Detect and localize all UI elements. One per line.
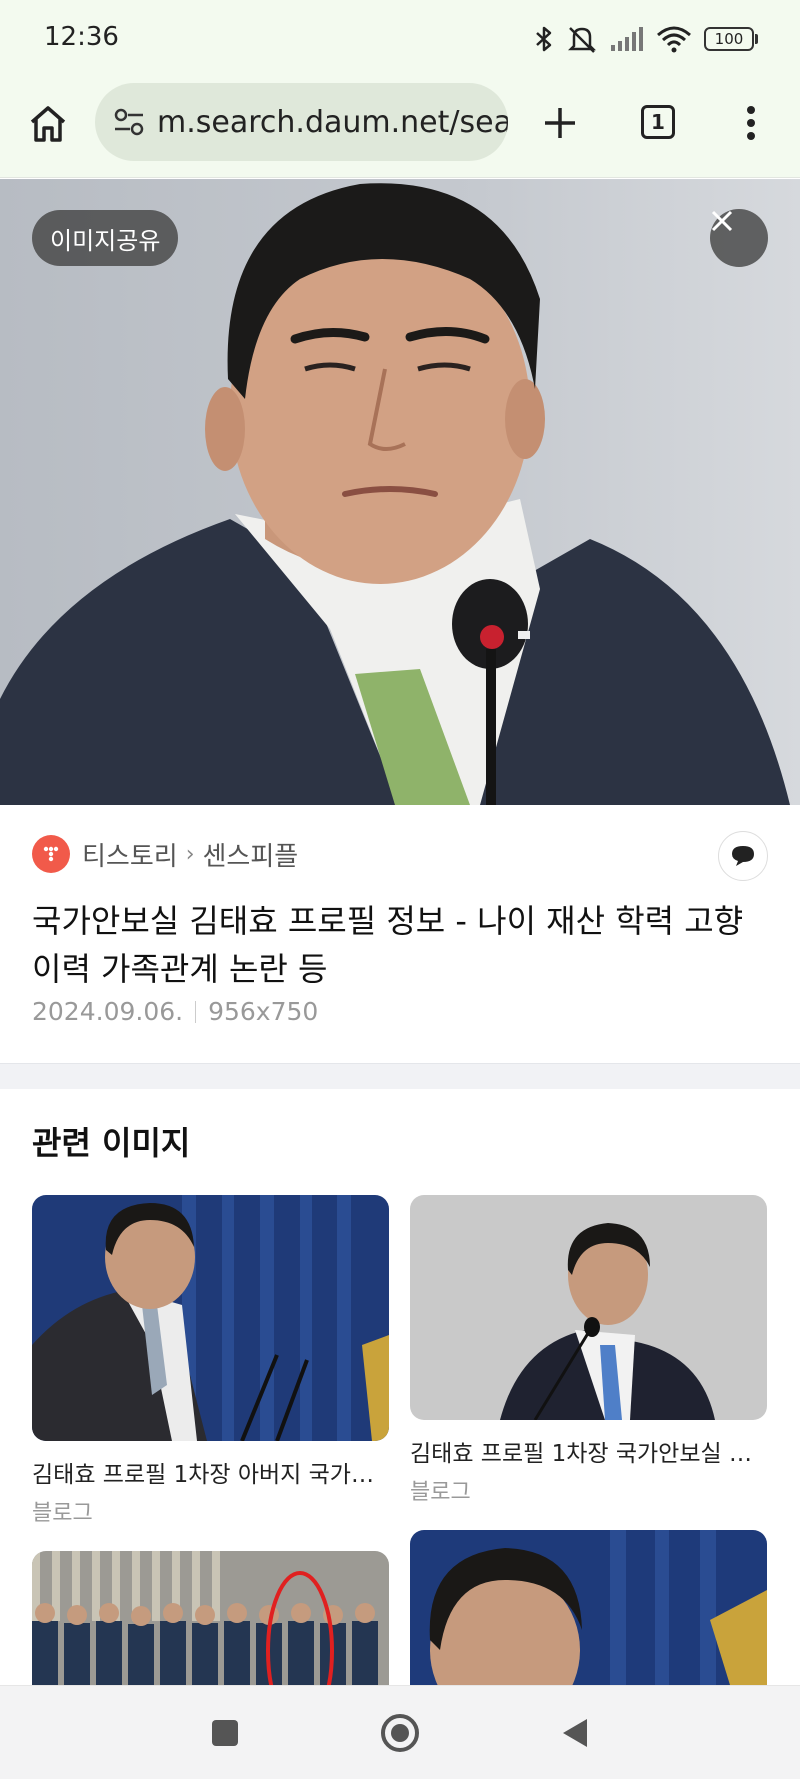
chat-bubble-icon	[732, 846, 754, 866]
tab-count: 1	[641, 105, 675, 139]
related-image-card[interactable]	[410, 1530, 767, 1685]
system-nav-bar	[0, 1685, 800, 1779]
status-time: 12:36	[44, 22, 119, 52]
source-title-link[interactable]: 국가안보실 김태효 프로필 정보 - 나이 재산 학력 고향 이력 가족관계 논…	[32, 897, 772, 993]
image-dimensions: 956x750	[208, 997, 319, 1026]
back-button[interactable]	[550, 1708, 600, 1758]
source-site-link[interactable]: 티스토리	[82, 836, 178, 873]
battery-level: 100	[704, 27, 754, 51]
comment-button[interactable]	[718, 831, 768, 881]
related-image-thumb[interactable]	[32, 1195, 389, 1441]
more-menu-button[interactable]	[736, 98, 766, 148]
source-meta: 2024.09.06. 956x750	[32, 997, 318, 1026]
wifi-icon	[657, 26, 691, 53]
home-button[interactable]	[22, 98, 74, 150]
square-icon	[212, 1720, 238, 1746]
home-nav-button[interactable]	[375, 1708, 425, 1758]
related-image-caption[interactable]: 김태효 프로필 1차장 국가안보실 아버지	[410, 1434, 767, 1468]
source-blog-link[interactable]: 센스피플	[203, 836, 299, 873]
status-bar: 12:36 100	[0, 0, 800, 78]
related-image-card[interactable]: 김태효 프로필 1차장 국가안보실 아버지 블로그	[410, 1195, 767, 1506]
related-image-card[interactable]	[32, 1551, 389, 1685]
tab-switcher-button[interactable]: 1	[636, 100, 680, 144]
hero-image[interactable]: 이미지공유	[0, 179, 800, 805]
portrait-photo	[0, 179, 800, 805]
site-settings-icon[interactable]	[111, 104, 147, 140]
related-image-source: 블로그	[32, 1501, 93, 1526]
related-image-caption[interactable]: 김태효 프로필 1차장 아버지 국가안보실 등	[32, 1455, 389, 1489]
related-image-card[interactable]: 김태효 프로필 1차장 아버지 국가안보실 등 블로그	[32, 1195, 389, 1527]
circle-home-icon	[381, 1714, 419, 1752]
home-icon	[30, 106, 66, 142]
close-icon	[711, 210, 733, 232]
more-vert-icon	[747, 106, 755, 140]
tistory-logo-icon	[32, 835, 70, 873]
address-bar[interactable]: m.search.daum.net/sear	[95, 83, 508, 161]
recents-button[interactable]	[200, 1708, 250, 1758]
related-image-source: 블로그	[410, 1480, 471, 1505]
new-tab-button[interactable]	[535, 98, 585, 148]
image-share-button[interactable]: 이미지공유	[32, 210, 179, 266]
status-icons: 100	[534, 22, 758, 56]
related-image-thumb[interactable]	[32, 1551, 389, 1685]
image-source-panel: 티스토리 › 센스피플 국가안보실 김태효 프로필 정보 - 나이 재산 학력 …	[0, 805, 800, 1065]
browser-toolbar: m.search.daum.net/sear 1	[0, 78, 800, 178]
signal-icon	[611, 27, 643, 51]
url-text[interactable]: m.search.daum.net/sear	[157, 105, 508, 140]
mute-icon	[567, 27, 597, 53]
related-images-heading: 관련 이미지	[32, 1124, 191, 1162]
related-image-thumb[interactable]	[410, 1530, 767, 1685]
source-row: 티스토리 › 센스피플	[32, 835, 298, 873]
source-separator: ›	[185, 841, 195, 867]
bluetooth-icon	[536, 26, 552, 52]
source-date: 2024.09.06.	[32, 997, 184, 1026]
battery-icon: 100	[704, 27, 758, 51]
related-image-thumb[interactable]	[410, 1195, 767, 1420]
section-divider	[0, 1063, 800, 1089]
plus-icon	[545, 108, 575, 138]
close-button[interactable]	[710, 209, 768, 267]
back-triangle-icon	[563, 1719, 587, 1747]
